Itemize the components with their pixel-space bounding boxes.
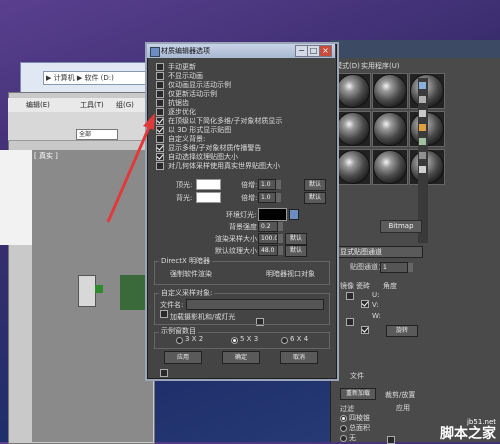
annotation-arrow xyxy=(106,113,155,223)
watermark-name: 脚本之家 xyxy=(440,426,496,442)
watermark: jb51.net 脚本之家 xyxy=(440,416,496,442)
